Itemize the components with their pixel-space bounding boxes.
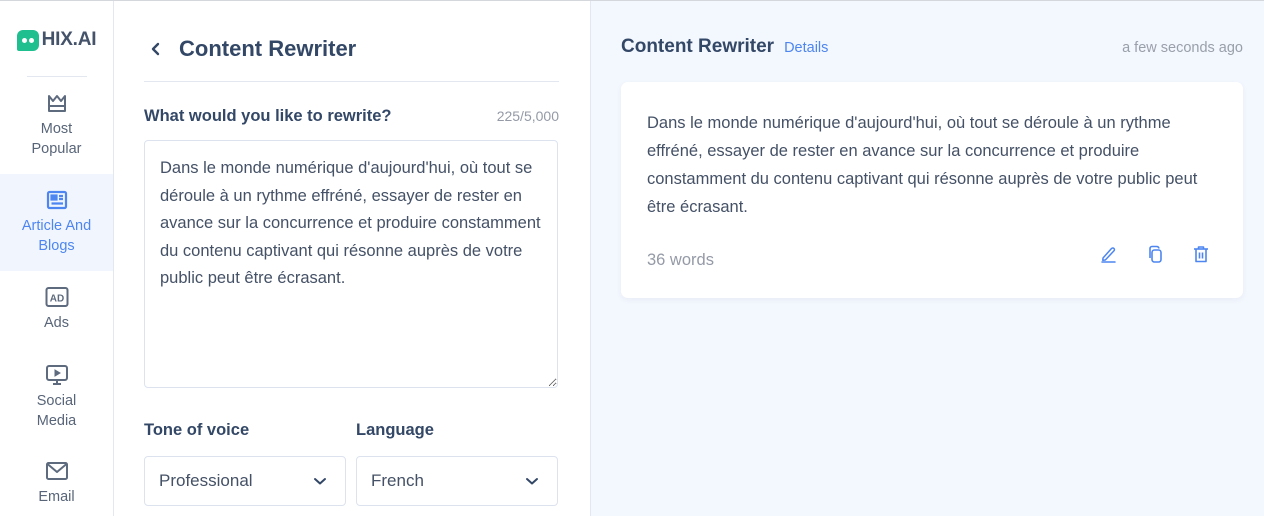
trash-icon	[1194, 245, 1208, 262]
language-value: French	[371, 471, 424, 490]
pencil-icon	[1101, 246, 1116, 263]
input-field-header: What would you like to rewrite? 225/5,00…	[144, 107, 559, 126]
newspaper-icon	[45, 188, 69, 212]
tone-select[interactable]: Professional	[144, 456, 346, 506]
envelope-icon	[45, 459, 69, 483]
output-title: Content Rewriter	[621, 36, 775, 57]
app: HIX.AI Most Popular Article And Blogs AD…	[0, 1, 1264, 516]
logo[interactable]: HIX.AI	[16, 28, 97, 52]
copy-icon	[1149, 245, 1162, 263]
result-actions	[1099, 244, 1217, 264]
sidebar: HIX.AI Most Popular Article And Blogs AD…	[0, 1, 114, 516]
sidebar-item-ads[interactable]: AD Ads	[0, 271, 113, 349]
brand-name: HIX.AI	[41, 29, 97, 50]
language-select[interactable]: French	[356, 456, 558, 506]
edit-button[interactable]	[1099, 244, 1119, 264]
output-header: Content Rewriter Details a few seconds a…	[621, 36, 1243, 58]
word-count: 36 words	[647, 251, 714, 269]
crown-icon	[45, 91, 69, 115]
details-link[interactable]: Details	[784, 40, 828, 56]
output-panel: Content Rewriter Details a few seconds a…	[590, 1, 1264, 516]
sidebar-item-email[interactable]: Email	[0, 445, 113, 515]
timestamp: a few seconds ago	[1122, 40, 1243, 56]
sidebar-item-label: Ads	[44, 315, 69, 331]
tone-label: Tone of voice	[144, 421, 250, 439]
result-text: Dans le monde numérique d'aujourd'hui, o…	[647, 114, 1198, 216]
result-card: Dans le monde numérique d'aujourd'hui, o…	[621, 82, 1243, 298]
result-footer: 36 words	[647, 237, 1217, 270]
options-row: Tone of voice Professional Language Fren…	[144, 421, 559, 506]
sidebar-item-label: Social Media	[36, 393, 77, 429]
svg-text:AD: AD	[49, 294, 63, 305]
ad-icon: AD	[45, 285, 69, 309]
sidebar-item-most-popular[interactable]: Most Popular	[0, 77, 113, 174]
tone-field: Tone of voice Professional	[144, 421, 346, 506]
input-label: What would you like to rewrite?	[144, 107, 392, 125]
copy-button[interactable]	[1145, 244, 1165, 264]
sidebar-item-label: Email	[38, 489, 75, 505]
chat-bubble-logo-icon	[16, 29, 39, 51]
monitor-play-icon	[45, 363, 69, 387]
char-count: 225/5,000	[496, 108, 559, 124]
chevron-left-icon	[151, 42, 160, 55]
sidebar-item-label: Most Popular	[31, 121, 82, 157]
language-label: Language	[356, 421, 434, 439]
sidebar-item-social-media[interactable]: Social Media	[0, 349, 113, 445]
tone-value: Professional	[159, 471, 253, 490]
language-field: Language French	[356, 421, 558, 506]
form-panel: Content Rewriter What would you like to …	[114, 1, 590, 516]
rewrite-input[interactable]: Dans le monde numérique d'aujourd'hui, o…	[144, 140, 558, 388]
sidebar-item-label: Article And Blogs	[21, 218, 92, 254]
back-button[interactable]	[144, 34, 174, 64]
page-title: Content Rewriter	[179, 35, 357, 61]
sidebar-item-article-and-blogs[interactable]: Article And Blogs	[0, 174, 113, 271]
delete-button[interactable]	[1191, 244, 1211, 264]
chevron-down-icon	[314, 478, 326, 485]
textarea-wrap: Dans le monde numérique d'aujourd'hui, o…	[144, 140, 559, 393]
chevron-down-icon	[526, 478, 538, 485]
form-header: Content Rewriter	[144, 1, 559, 82]
